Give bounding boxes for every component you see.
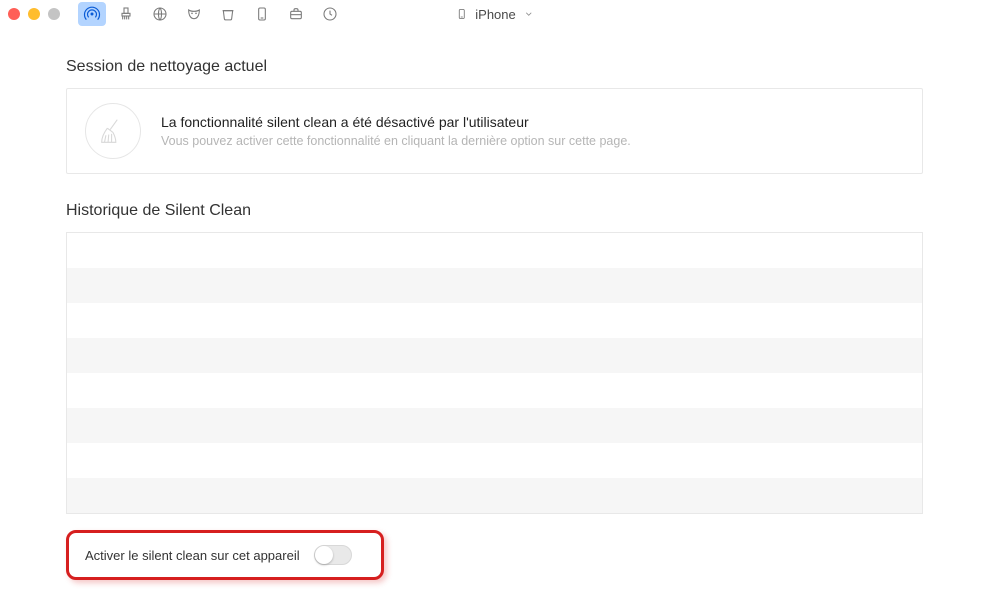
session-info-card: La fonctionnalité silent clean a été dés…: [66, 88, 923, 174]
session-subtitle: Vous pouvez activer cette fonctionnalité…: [161, 134, 631, 148]
table-row: [67, 268, 922, 303]
minimize-window-button[interactable]: [28, 8, 40, 20]
table-row: [67, 478, 922, 513]
activate-toggle[interactable]: [314, 545, 352, 565]
device-label: iPhone: [475, 7, 515, 22]
window-controls: [8, 8, 60, 20]
table-row: [67, 408, 922, 443]
close-window-button[interactable]: [8, 8, 20, 20]
toolbar: [78, 2, 344, 26]
window-titlebar: iPhone: [0, 0, 989, 28]
table-row: [67, 443, 922, 478]
table-row: [67, 338, 922, 373]
activate-silent-clean-box: Activer le silent clean sur cet appareil: [66, 530, 384, 580]
phone-small-icon: [455, 7, 467, 21]
globe-icon[interactable]: [146, 2, 174, 26]
session-title: La fonctionnalité silent clean a été dés…: [161, 114, 631, 130]
mask-icon[interactable]: [180, 2, 208, 26]
toggle-knob: [315, 546, 333, 564]
phone-icon[interactable]: [248, 2, 276, 26]
history-heading: Historique de Silent Clean: [66, 202, 923, 220]
device-selector[interactable]: iPhone: [455, 7, 533, 22]
table-row: [67, 373, 922, 408]
trash-icon[interactable]: [214, 2, 242, 26]
session-info-text: La fonctionnalité silent clean a été dés…: [161, 114, 631, 148]
broom-icon: [85, 103, 141, 159]
history-icon[interactable]: [316, 2, 344, 26]
main-content: Session de nettoyage actuel La fonctionn…: [0, 28, 989, 580]
history-table: [66, 232, 923, 514]
chevron-down-icon: [524, 9, 534, 19]
airdrop-icon[interactable]: [78, 2, 106, 26]
brush-icon[interactable]: [112, 2, 140, 26]
briefcase-icon[interactable]: [282, 2, 310, 26]
table-row: [67, 303, 922, 338]
table-row: [67, 233, 922, 268]
session-heading: Session de nettoyage actuel: [66, 58, 923, 76]
zoom-window-button[interactable]: [48, 8, 60, 20]
activate-label: Activer le silent clean sur cet appareil: [85, 548, 300, 563]
